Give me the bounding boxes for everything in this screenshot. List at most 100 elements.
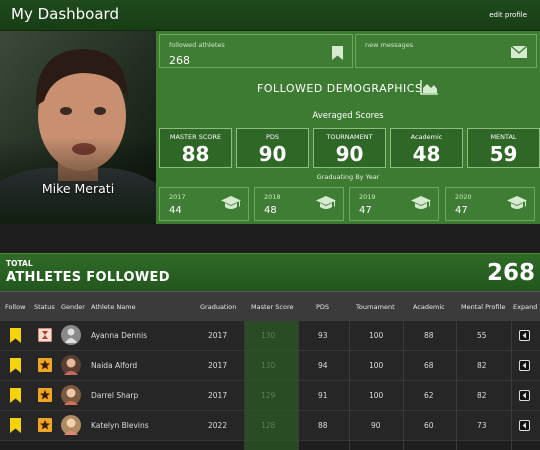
graduation-cap-icon: [411, 196, 431, 209]
column-divider: [511, 321, 512, 450]
column-academic[interactable]: Academic: [413, 303, 445, 311]
column-mental-profile[interactable]: Mental Profile: [461, 303, 505, 311]
column-status[interactable]: Status: [34, 303, 55, 311]
page-title: My Dashboard: [11, 5, 119, 23]
graduation-cap-icon: [507, 196, 527, 209]
tournament-cell: 100: [369, 391, 384, 400]
graduating-by-year-title: Graduating By Year: [316, 173, 380, 181]
mental-profile-cell: 82: [477, 391, 487, 400]
column-tournament[interactable]: Tournament: [356, 303, 395, 311]
graduation-year-card[interactable]: 2017 44: [159, 187, 249, 221]
avatar: [61, 385, 81, 405]
tournament-cell: 90: [371, 421, 381, 430]
followed-athletes-card[interactable]: followed athletes 268: [159, 34, 353, 68]
graduation-year-count: 44: [169, 205, 182, 216]
graduation-year-count: 48: [264, 205, 277, 216]
athletes-followed-header: TOTAL ATHLETES FOLLOWED 268: [0, 253, 540, 291]
graduation-year-label: 2018: [264, 193, 281, 201]
academic-score-value: 48: [412, 142, 441, 166]
pds-cell: 91: [318, 391, 328, 400]
tournament-cell: 100: [369, 361, 384, 370]
column-master-score[interactable]: Master Score: [251, 303, 293, 311]
column-divider: [244, 321, 245, 450]
graduation-year-count: 47: [359, 205, 372, 216]
graduation-cap-icon: [316, 196, 336, 209]
profile-name: Mike Merati: [41, 181, 115, 196]
followed-demographics-title: FOLLOWED DEMOGRAPHICS: [257, 82, 423, 95]
total-label: TOTAL: [6, 259, 33, 268]
followed-demographics-header: FOLLOWED DEMOGRAPHICS: [156, 75, 540, 101]
star-icon: [38, 388, 52, 402]
dashboard-summary-panel: followed athletes 268 new messages FOLLO…: [156, 31, 540, 224]
graduation-cap-icon: [221, 196, 241, 209]
academic-cell: 62: [424, 391, 434, 400]
follow-flag-icon[interactable]: [10, 358, 21, 373]
mental-score-label: MENTAL: [490, 133, 517, 141]
academic-score-box: Academic 48: [390, 128, 463, 168]
master-score-value: 88: [181, 142, 210, 166]
athlete-name[interactable]: Ayanna Dennis: [91, 331, 147, 340]
column-pds[interactable]: PDS: [316, 303, 329, 311]
athlete-name[interactable]: Darrel Sharp: [91, 391, 138, 400]
new-messages-label: new messages: [365, 41, 414, 49]
followed-athletes-value: 268: [169, 54, 190, 67]
follow-flag-icon[interactable]: [10, 328, 21, 343]
column-athlete-name[interactable]: Athlete Name: [91, 303, 136, 311]
avatar: [61, 325, 81, 345]
master-score-column-highlight: [245, 321, 298, 450]
academic-cell: 88: [424, 331, 434, 340]
athletes-followed-count: 268: [486, 260, 535, 286]
graduation-year-card[interactable]: 2019 47: [349, 187, 439, 221]
master-score-box: MASTER SCORE 88: [159, 128, 232, 168]
pds-cell: 94: [318, 361, 328, 370]
tournament-score-label: TOURNAMENT: [326, 133, 373, 141]
followed-athletes-label: followed athletes: [169, 41, 225, 49]
tournament-cell: 100: [369, 331, 384, 340]
graduation-cell: 2017: [208, 331, 228, 340]
expand-button[interactable]: [519, 390, 530, 401]
column-divider: [349, 321, 350, 450]
pds-cell: 88: [318, 421, 328, 430]
pds-score-value: 90: [258, 142, 287, 166]
new-messages-card[interactable]: new messages: [355, 34, 537, 68]
column-follow[interactable]: Follow: [5, 303, 25, 311]
dashboard-page: My Dashboard edit profile Mike Merati fo…: [0, 0, 540, 450]
expand-button[interactable]: [519, 330, 530, 341]
tournament-score-value: 90: [335, 142, 364, 166]
expand-button[interactable]: [519, 360, 530, 371]
athletes-table-header: Follow Status Gender Athlete Name Gradua…: [0, 291, 540, 321]
graduation-year-label: 2019: [359, 193, 376, 201]
column-graduation[interactable]: Graduation: [200, 303, 236, 311]
mental-profile-cell: 55: [477, 331, 487, 340]
column-expand[interactable]: Expand: [513, 303, 537, 311]
envelope-icon: [511, 46, 527, 58]
graduation-year-count: 47: [455, 205, 468, 216]
pds-score-label: PDS: [265, 133, 280, 141]
athlete-name[interactable]: Katelyn Blevins: [91, 421, 149, 430]
pds-score-box: PDS 90: [236, 128, 309, 168]
academic-score-label: Academic: [410, 133, 443, 141]
pds-cell: 93: [318, 331, 328, 340]
follow-flag-icon[interactable]: [10, 418, 21, 433]
tournament-score-box: TOURNAMENT 90: [313, 128, 386, 168]
graduation-cell: 2022: [208, 421, 228, 430]
graduation-year-card[interactable]: 2020 47: [445, 187, 535, 221]
bookmark-icon: [332, 46, 343, 60]
column-divider: [456, 321, 457, 450]
master-score-label: MASTER SCORE: [169, 133, 222, 141]
graduation-year-card[interactable]: 2018 48: [254, 187, 344, 221]
follow-flag-icon[interactable]: [10, 388, 21, 403]
graduation-cell: 2017: [208, 391, 228, 400]
top-bar: My Dashboard edit profile: [0, 0, 540, 31]
avatar: [61, 355, 81, 375]
profile-photo: Mike Merati: [0, 31, 156, 224]
expand-button[interactable]: [519, 420, 530, 431]
column-divider: [298, 321, 299, 450]
athlete-name[interactable]: Naida Alford: [91, 361, 137, 370]
column-gender[interactable]: Gender: [61, 303, 85, 311]
graduation-cell: 2017: [208, 361, 228, 370]
column-divider: [403, 321, 404, 450]
mental-score-box: MENTAL 59: [467, 128, 540, 168]
edit-profile-link[interactable]: edit profile: [489, 11, 527, 19]
graduation-year-label: 2020: [455, 193, 472, 201]
